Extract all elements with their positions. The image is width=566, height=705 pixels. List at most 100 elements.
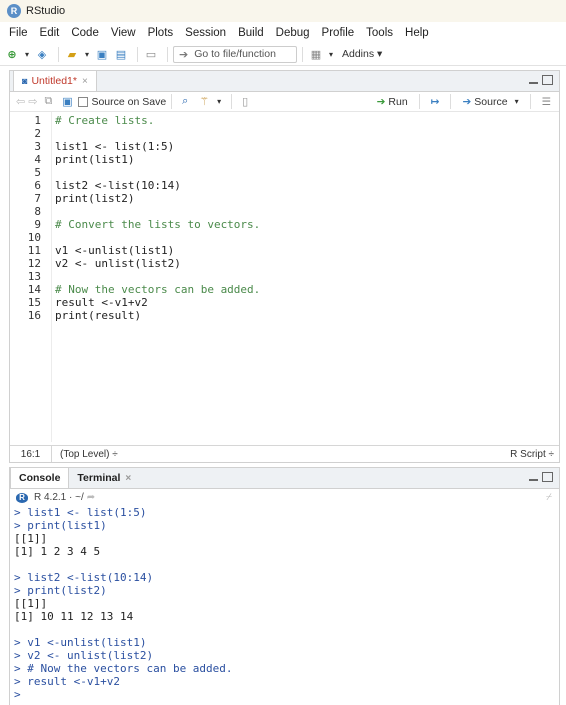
code-line: 4 print(list1) xyxy=(10,153,559,166)
line-text: # Now the vectors can be added. xyxy=(55,283,261,296)
forward-arrow-icon[interactable]: ⇨ xyxy=(28,95,37,108)
tab-untitled1[interactable]: ◙ Untitled1* × xyxy=(13,70,97,91)
minimize-icon[interactable] xyxy=(527,472,539,483)
line-number: 12 xyxy=(27,257,41,270)
editor-status-bar: 16:1 (Top Level) ÷ R Script ÷ xyxy=(10,445,559,462)
line-number: 15 xyxy=(27,296,41,309)
dropdown-arrow-icon[interactable]: ▾ xyxy=(327,46,335,62)
cursor-position: 16:1 xyxy=(10,446,52,462)
console-pane: Console Terminal × R R 4.2.1 · ~/ ➦ ⌿ > … xyxy=(9,467,560,705)
dropdown-arrow-icon[interactable]: ▾ xyxy=(83,46,91,62)
close-tab-icon[interactable]: × xyxy=(82,76,88,87)
menu-bar: File Edit Code View Plots Session Build … xyxy=(0,22,566,43)
menu-edit[interactable]: Edit xyxy=(34,27,66,39)
maximize-icon[interactable] xyxy=(542,75,553,85)
console-tabstrip: Console Terminal × xyxy=(10,467,559,489)
show-in-window-icon[interactable]: ⧉ xyxy=(40,94,56,110)
editor-run-controls: ➔ Run ↦ ➔ Source ▾ ☰ xyxy=(377,94,551,109)
go-to-dir-icon[interactable]: ➦ xyxy=(87,492,95,503)
source-button[interactable]: ➔ Source ▾ xyxy=(462,96,518,108)
line-number: 13 xyxy=(27,270,41,283)
new-project-icon[interactable]: ◈ xyxy=(34,46,50,62)
menu-code[interactable]: Code xyxy=(65,27,105,39)
grid-layout-icon[interactable]: ▦ xyxy=(308,46,324,62)
menu-plots[interactable]: Plots xyxy=(142,27,180,39)
menu-session[interactable]: Session xyxy=(179,27,232,39)
line-number: 6 xyxy=(34,179,41,192)
tab-terminal[interactable]: Terminal × xyxy=(69,468,139,488)
compile-report-icon[interactable]: ▯ xyxy=(237,94,253,110)
console-window-controls xyxy=(527,472,553,483)
line-number: 10 xyxy=(27,231,41,244)
title-bar: R RStudio xyxy=(0,0,566,22)
line-text: v1 <-unlist(list1) xyxy=(55,244,175,257)
menu-debug[interactable]: Debug xyxy=(270,27,316,39)
minimize-icon[interactable] xyxy=(527,75,539,86)
close-tab-icon[interactable]: × xyxy=(125,473,131,484)
editor-tabstrip: ◙ Untitled1* × xyxy=(10,70,559,92)
goto-arrow-icon: ➔ xyxy=(179,48,189,61)
console-input-line: > print(list2) xyxy=(14,584,107,597)
line-text: print(list1) xyxy=(55,153,135,166)
dropdown-arrow-icon[interactable]: ▾ xyxy=(515,97,519,106)
new-file-icon[interactable]: ⊕ xyxy=(4,46,20,62)
save-all-icon[interactable]: ▤ xyxy=(113,46,129,62)
line-text: v2 <- unlist(list2) xyxy=(55,257,181,270)
line-text: list1 <- list(1:5) xyxy=(55,140,175,153)
maximize-icon[interactable] xyxy=(542,472,553,482)
console-output-line: [1] 1 2 3 4 5 xyxy=(14,545,101,558)
editor-toolbar: ⇦ ⇨ ⧉ ▣ Source on Save ⌕ ⚚ ▾ ▯ ➔ Run ↦ ➔… xyxy=(10,92,559,112)
console-output-line: [[1]] xyxy=(14,532,48,545)
menu-profile[interactable]: Profile xyxy=(316,27,361,39)
save-icon[interactable]: ▣ xyxy=(94,46,110,62)
dropdown-arrow-icon[interactable]: ▾ xyxy=(215,94,223,110)
rerun-icon[interactable]: ↦ xyxy=(431,96,440,108)
line-number: 14 xyxy=(27,283,41,296)
run-label: Run xyxy=(388,95,408,108)
code-line: 13 xyxy=(10,270,559,283)
run-button[interactable]: ➔ Run xyxy=(377,96,408,108)
source-arrow-icon: ➔ xyxy=(462,95,472,108)
console-input-line: > list1 <- list(1:5) xyxy=(14,506,147,519)
goto-file-input[interactable]: ➔ Go to file/function xyxy=(173,45,297,63)
save-icon[interactable]: ▣ xyxy=(59,94,75,110)
console-input-line: > print(list1) xyxy=(14,519,107,532)
tab-console[interactable]: Console xyxy=(10,467,70,488)
editor-window-controls xyxy=(527,75,553,86)
code-line: 3 list1 <- list(1:5) xyxy=(10,140,559,153)
line-number: 7 xyxy=(34,192,41,205)
line-text: print(result) xyxy=(55,309,142,322)
open-file-icon[interactable]: ▰ xyxy=(64,46,80,62)
addins-button[interactable]: Addins ▾ xyxy=(342,48,382,60)
menu-tools[interactable]: Tools xyxy=(360,27,399,39)
menu-view[interactable]: View xyxy=(105,27,142,39)
console-header: R R 4.2.1 · ~/ ➦ ⌿ xyxy=(10,489,559,506)
filetype-selector[interactable]: R Script ÷ xyxy=(510,449,554,460)
code-line: 7 print(list2) xyxy=(10,192,559,205)
menu-build[interactable]: Build xyxy=(232,27,270,39)
print-icon[interactable]: ▭ xyxy=(143,46,159,62)
console-output[interactable]: > list1 <- list(1:5) > print(list1) [[1]][… xyxy=(10,506,559,701)
console-input-line: > xyxy=(14,688,21,701)
back-arrow-icon[interactable]: ⇦ xyxy=(16,95,25,108)
dropdown-arrow-icon[interactable]: ▾ xyxy=(23,46,31,62)
clear-console-broom-icon[interactable]: ⌿ xyxy=(546,492,552,503)
source-on-save-checkbox[interactable] xyxy=(78,96,89,107)
line-text: # Create lists. xyxy=(55,114,155,127)
main-toolbar: ⊕ ▾ ◈ ▰ ▾ ▣ ▤ ▭ ➔ Go to file/function ▦ … xyxy=(0,43,566,66)
magic-wand-icon[interactable]: ⚚ xyxy=(196,94,212,110)
line-text: print(list2) xyxy=(55,192,135,205)
outline-icon[interactable]: ☰ xyxy=(542,96,551,108)
line-number: 11 xyxy=(27,244,41,257)
source-label: Source xyxy=(474,95,508,108)
tab-label: Untitled1* xyxy=(31,75,77,87)
menu-help[interactable]: Help xyxy=(399,27,435,39)
r-logo-icon: R xyxy=(16,492,28,503)
code-line: 15 result <-v1+v2 xyxy=(10,296,559,309)
line-text: # Convert the lists to vectors. xyxy=(55,218,261,231)
console-input-line: > # Now the vectors can be added. xyxy=(14,662,233,675)
code-editor[interactable]: 1 # Create lists. 2 3 list1 <- list(1:5) 4 pri… xyxy=(10,112,559,442)
scope-selector[interactable]: (Top Level) ÷ xyxy=(52,449,118,460)
menu-file[interactable]: File xyxy=(3,27,34,39)
search-icon[interactable]: ⌕ xyxy=(177,94,193,110)
